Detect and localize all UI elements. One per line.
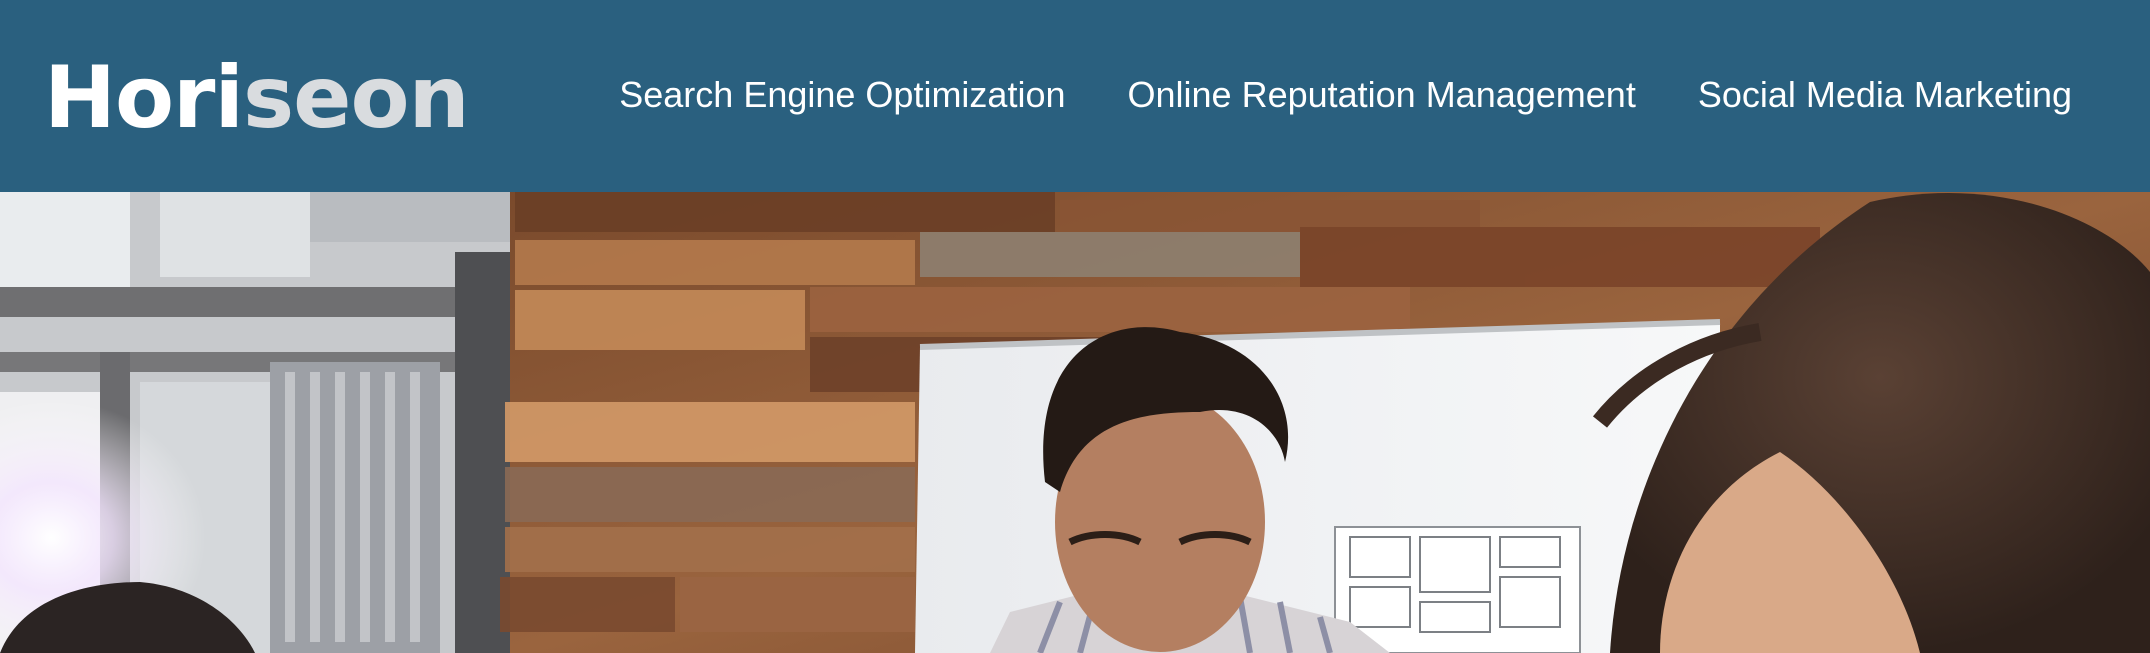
main-nav: Search Engine Optimization Online Reputa… — [619, 70, 2072, 120]
hero-image — [0, 192, 2150, 653]
site-logo[interactable]: Horiseon — [44, 48, 470, 148]
nav-link-social[interactable]: Social Media Marketing — [1698, 70, 2072, 120]
site-header: Horiseon Search Engine Optimization Onli… — [0, 0, 2150, 192]
hero-photo — [0, 192, 2150, 653]
logo-text-secondary: seon — [242, 48, 470, 148]
nav-link-reputation[interactable]: Online Reputation Management — [1128, 70, 1636, 120]
logo-text-primary: Hori — [44, 48, 244, 148]
nav-link-seo[interactable]: Search Engine Optimization — [619, 70, 1065, 120]
whiteboard — [915, 322, 1720, 653]
